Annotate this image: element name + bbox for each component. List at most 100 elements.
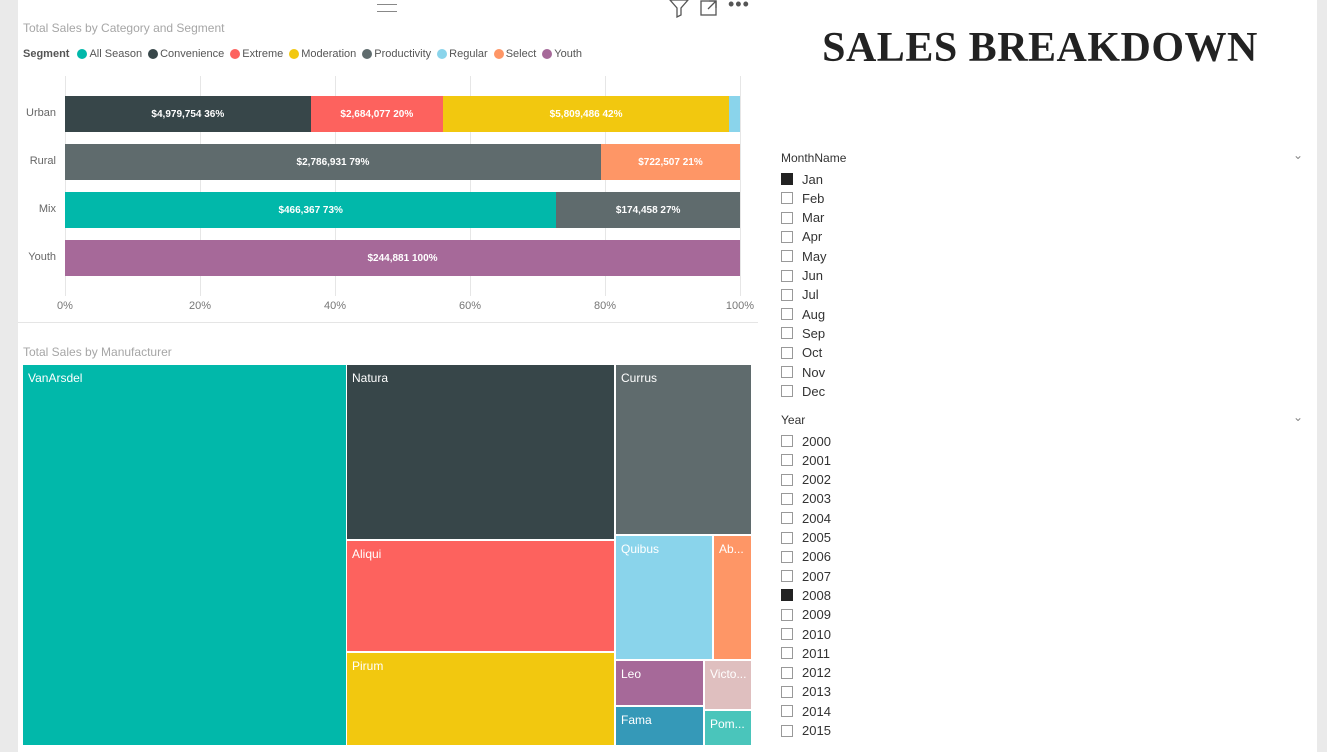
x-tick-label: 20% — [188, 300, 212, 312]
treemap-cell[interactable]: Currus — [616, 365, 753, 536]
checkbox[interactable] — [781, 705, 793, 718]
bar-segment[interactable]: $722,507 21% — [600, 144, 740, 180]
slicer-item[interactable]: 2014 — [781, 702, 831, 720]
checkbox[interactable] — [781, 385, 793, 398]
legend-dot-icon — [542, 49, 553, 59]
checkbox[interactable] — [781, 173, 793, 185]
y-category-label: Mix — [38, 203, 56, 215]
chevron-down-icon[interactable]: ⌄ — [1293, 148, 1303, 162]
legend-item[interactable]: Convenience — [148, 48, 224, 60]
chevron-down-icon[interactable]: ⌄ — [1293, 410, 1303, 424]
legend-item[interactable]: Moderation — [289, 48, 356, 60]
checkbox[interactable] — [781, 454, 793, 467]
bar-segment[interactable]: $466,367 73% — [65, 192, 557, 228]
treemap-cell[interactable]: Victo... — [705, 661, 753, 711]
filter-icon[interactable] — [668, 0, 690, 23]
checkbox[interactable] — [781, 230, 793, 243]
slicer-item[interactable]: 2015 — [781, 722, 831, 740]
slicer-item-label: 2012 — [802, 665, 831, 681]
treemap-cell[interactable]: Fama — [616, 707, 705, 747]
focus-mode-icon[interactable] — [699, 0, 719, 23]
slicer-item[interactable]: 2003 — [781, 490, 831, 508]
slicer-item[interactable]: 2009 — [781, 606, 831, 624]
checkbox[interactable] — [781, 288, 793, 301]
legend-dot-icon — [437, 49, 448, 59]
legend-item[interactable]: Extreme — [230, 48, 283, 60]
checkbox[interactable] — [781, 550, 793, 563]
checkbox[interactable] — [781, 346, 793, 359]
slicer-item[interactable]: Nov — [781, 363, 825, 381]
legend-item[interactable]: Productivity — [362, 48, 431, 60]
slicer-item[interactable]: Sep — [781, 324, 825, 342]
slicer-item[interactable]: Aug — [781, 305, 825, 323]
legend-item[interactable]: Regular — [437, 48, 488, 60]
slicer-item[interactable]: 2004 — [781, 509, 831, 527]
slicer-item[interactable]: 2007 — [781, 567, 831, 585]
bar-segment[interactable]: $5,809,486 42% — [443, 96, 730, 132]
checkbox[interactable] — [781, 628, 793, 640]
slicer-item[interactable]: 2010 — [781, 625, 831, 643]
slicer-item[interactable]: Mar — [781, 209, 824, 227]
slicer-item[interactable]: Apr — [781, 228, 822, 246]
slicer-item[interactable]: 2002 — [781, 471, 831, 489]
checkbox[interactable] — [781, 192, 793, 205]
checkbox[interactable] — [781, 589, 793, 602]
slicer-item[interactable]: Jun — [781, 267, 823, 285]
bar-segment[interactable]: $2,786,931 79% — [65, 144, 601, 180]
slicer-item[interactable]: 2008 — [781, 586, 831, 604]
slicer-item[interactable]: Jan — [781, 170, 823, 188]
treemap-cell-label: Natura — [352, 371, 389, 385]
slicer-item[interactable]: 2000 — [781, 432, 831, 450]
treemap-cell[interactable]: Natura — [347, 365, 616, 541]
bar-segment[interactable]: $2,684,077 20% — [310, 96, 443, 132]
slicer-item[interactable]: Jul — [781, 286, 819, 304]
checkbox[interactable] — [781, 473, 793, 486]
checkbox[interactable] — [781, 570, 793, 583]
checkbox[interactable] — [781, 211, 793, 224]
bar-segment[interactable]: $174,458 27% — [556, 192, 740, 228]
checkbox[interactable] — [781, 647, 793, 660]
bar-visual-header-grip[interactable] — [377, 4, 397, 12]
checkbox[interactable] — [781, 269, 793, 282]
checkbox[interactable] — [781, 724, 793, 737]
treemap-cell[interactable]: Ab... — [714, 536, 753, 661]
treemap-cell[interactable]: Leo — [616, 661, 705, 707]
legend-item[interactable]: Youth — [542, 48, 582, 60]
treemap-cell[interactable]: Aliqui — [347, 541, 616, 653]
treemap-cell[interactable]: Pom... — [705, 711, 753, 747]
slicer-item[interactable]: Feb — [781, 189, 824, 207]
checkbox[interactable] — [781, 531, 793, 544]
checkbox[interactable] — [781, 250, 793, 263]
treemap-cell[interactable]: Pirum — [347, 653, 616, 747]
bar-segment[interactable]: $4,979,754 36% — [65, 96, 311, 132]
slicer-item[interactable]: 2006 — [781, 548, 831, 566]
slicer-item[interactable]: 2001 — [781, 451, 831, 469]
slicer-item[interactable]: Oct — [781, 344, 822, 362]
treemap-cell[interactable]: VanArsdel — [23, 365, 348, 747]
legend-item[interactable]: Select — [493, 48, 536, 60]
slicer-item[interactable]: Dec — [781, 382, 825, 400]
slicer-item[interactable]: 2011 — [781, 644, 830, 662]
checkbox[interactable] — [781, 512, 793, 525]
bar-segment[interactable] — [729, 96, 740, 132]
bar-segment[interactable]: $244,881 100% — [65, 240, 740, 276]
legend-item[interactable]: All Season — [77, 48, 142, 60]
y-category-label: Youth — [28, 251, 56, 263]
checkbox[interactable] — [781, 366, 793, 378]
checkbox[interactable] — [781, 492, 793, 505]
slicer-item[interactable]: May — [781, 247, 827, 265]
checkbox[interactable] — [781, 308, 793, 321]
checkbox[interactable] — [781, 435, 793, 447]
checkbox[interactable] — [781, 327, 793, 340]
slicer-item[interactable]: 2013 — [781, 683, 831, 701]
checkbox[interactable] — [781, 685, 793, 698]
treemap-cell[interactable]: Quibus — [616, 536, 714, 661]
legend-label: Extreme — [242, 48, 284, 60]
slicer-item[interactable]: 2012 — [781, 664, 831, 682]
slicer-item[interactable]: 2005 — [781, 529, 831, 547]
more-options-icon[interactable]: ••• — [728, 0, 750, 15]
x-tick-label: 0% — [57, 300, 73, 312]
checkbox[interactable] — [781, 608, 793, 621]
treemap-cell-label: Aliqui — [352, 547, 382, 561]
checkbox[interactable] — [781, 666, 793, 679]
